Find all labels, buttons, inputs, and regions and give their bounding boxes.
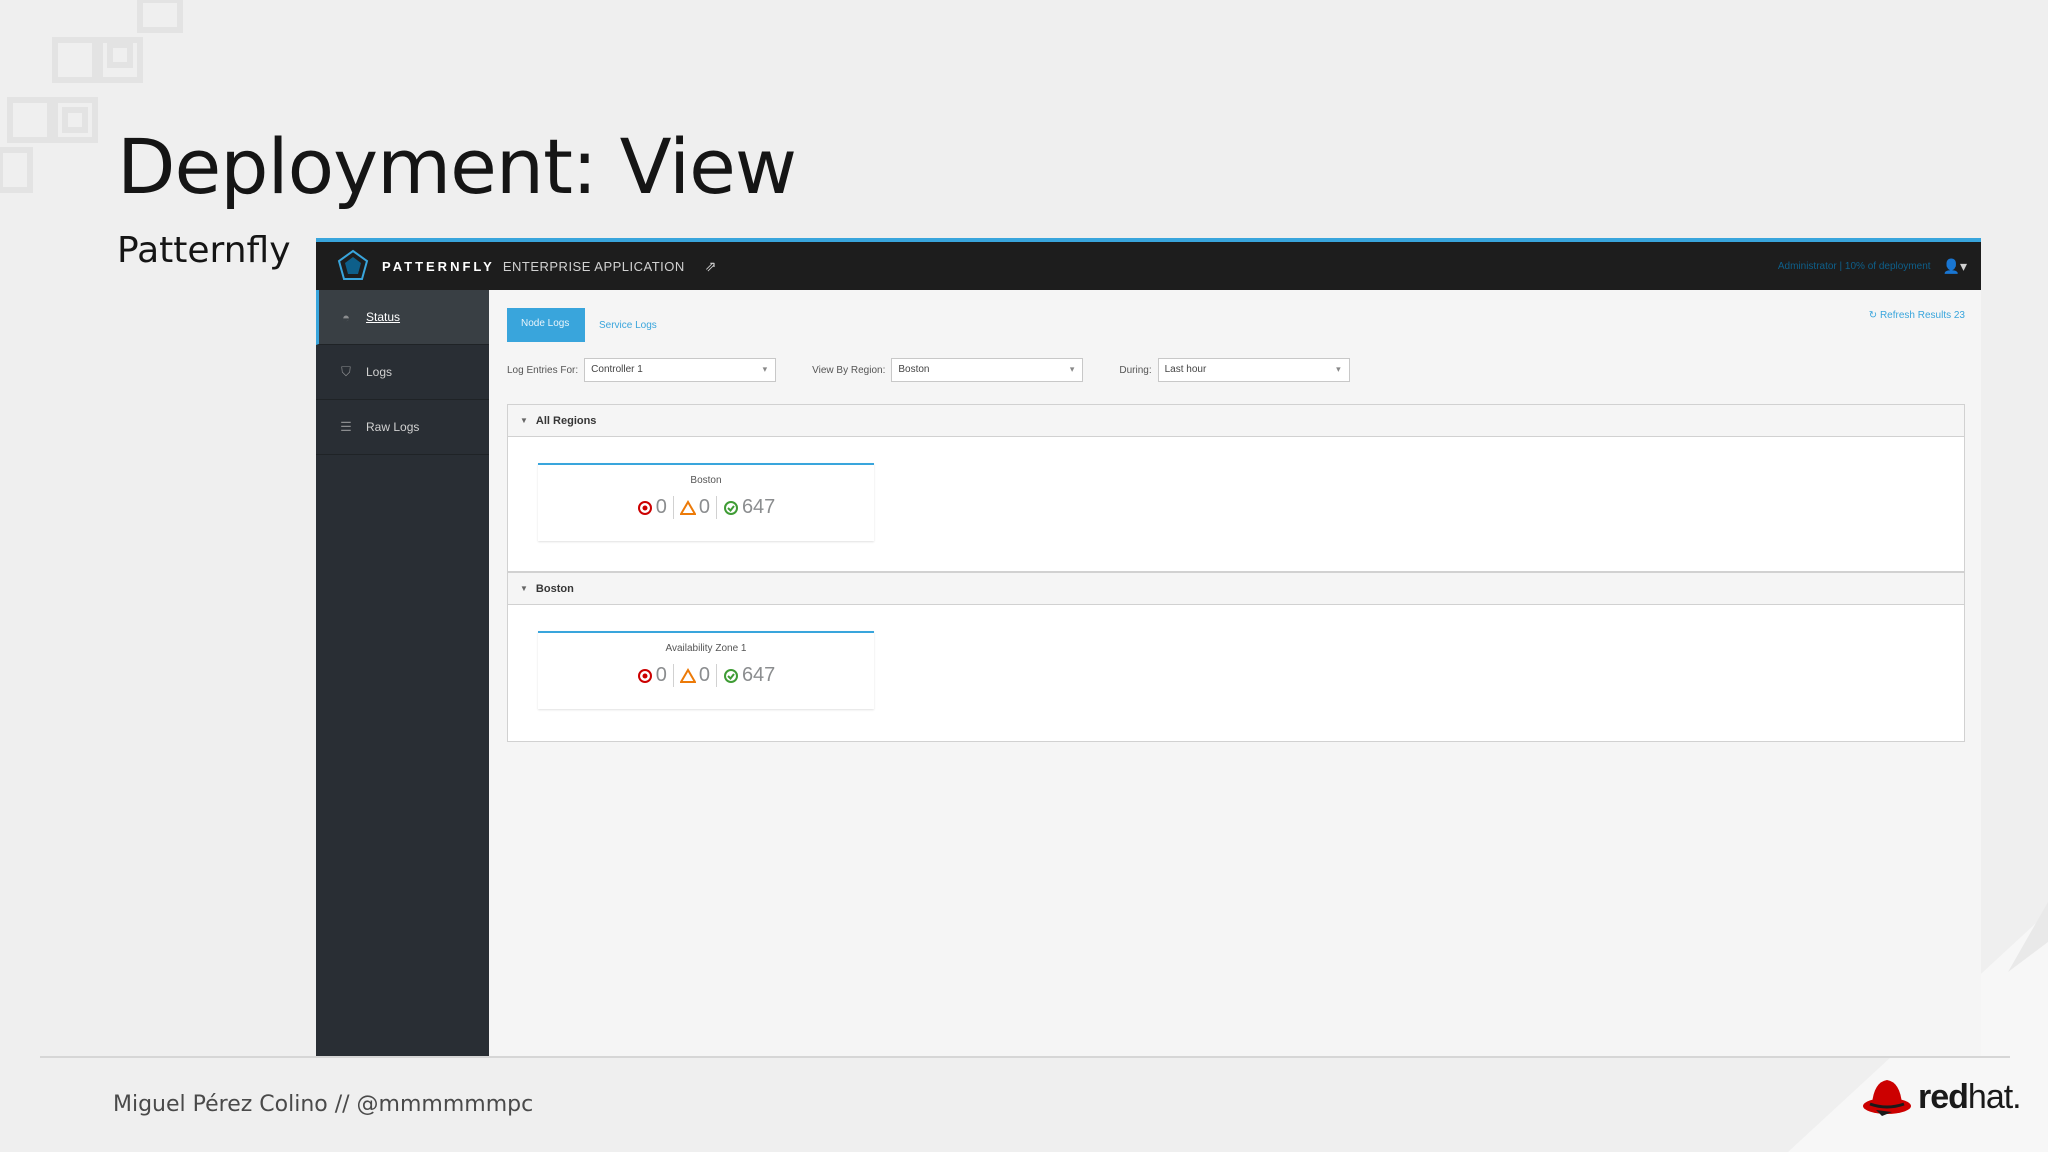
ok-count: 647 xyxy=(715,664,781,687)
tab-service-logs[interactable]: Service Logs xyxy=(599,320,657,331)
sidebar-item-label: Raw Logs xyxy=(366,420,420,434)
sidebar-item-logs[interactable]: ⛉ Logs xyxy=(316,345,489,400)
tab-node-logs[interactable]: Node Logs xyxy=(507,308,585,342)
external-link-icon[interactable]: ⇗ xyxy=(705,258,717,275)
redhat-logo: redhat. xyxy=(1862,1076,2022,1118)
brand-name: PATTERNFLY xyxy=(382,258,495,274)
warning-count-value: 0 xyxy=(698,664,710,686)
ok-check-icon xyxy=(723,500,738,515)
select-value: Boston xyxy=(898,364,930,375)
filter-label: During: xyxy=(1119,364,1152,376)
database-icon: ☰ xyxy=(340,419,352,434)
refresh-results-link[interactable]: ↻ Refresh Results 23 xyxy=(1869,310,1965,321)
app-sidebar: ◓ Status ⛉ Logs ☰ Raw Logs xyxy=(316,290,489,1056)
redhat-wordmark-bold: red xyxy=(1918,1077,1969,1116)
panel-all-regions: ▼ All Regions Boston 0 0 647 xyxy=(507,404,1965,572)
error-count: 0 xyxy=(631,664,673,687)
panel-heading-toggle[interactable]: ▼ Boston xyxy=(508,573,1964,605)
ok-check-icon xyxy=(723,668,738,683)
app-navbar: PATTERNFLY ENTERPRISE APPLICATION ⇗ Admi… xyxy=(316,242,1981,290)
select-value: Controller 1 xyxy=(591,364,643,375)
slide-title: Deployment: View xyxy=(117,122,797,211)
region-select[interactable]: Boston ▾ xyxy=(891,358,1084,382)
card-title: Availability Zone 1 xyxy=(665,643,747,654)
warning-count: 0 xyxy=(672,664,716,687)
sidebar-item-raw-logs[interactable]: ☰ Raw Logs xyxy=(316,400,489,455)
card-stats: 0 0 647 xyxy=(538,664,874,687)
card-stats: 0 0 647 xyxy=(538,496,874,519)
navbar-user-area: Administrator | 10% of deployment 👤▾ xyxy=(1778,242,1967,290)
error-circle-icon xyxy=(637,500,652,515)
panel-heading-label: All Regions xyxy=(535,414,597,427)
chevron-down-icon: ▼ xyxy=(520,416,528,425)
warning-triangle-icon xyxy=(679,667,696,683)
user-icon[interactable]: 👤▾ xyxy=(1943,258,1967,275)
warning-triangle-icon xyxy=(679,499,696,515)
sidebar-item-label: Logs xyxy=(366,365,393,379)
ok-count-value: 647 xyxy=(741,496,776,518)
redhat-wordmark: redhat. xyxy=(1918,1077,2022,1117)
app-screenshot: PATTERNFLY ENTERPRISE APPLICATION ⇗ Admi… xyxy=(316,238,1981,1056)
patternfly-logo-icon xyxy=(337,249,369,280)
error-count-value: 0 xyxy=(655,496,667,518)
log-entries-select[interactable]: Controller 1 ▾ xyxy=(584,358,777,382)
error-count: 0 xyxy=(631,496,673,519)
dashboard-icon: ◓ xyxy=(342,309,350,325)
filter-label: View By Region: xyxy=(812,364,886,376)
log-tabs: Node Logs Service Logs xyxy=(507,308,657,342)
chevron-down-icon: ▾ xyxy=(1336,364,1341,374)
panel-heading-label: Boston xyxy=(535,582,574,595)
brand-subtitle: ENTERPRISE APPLICATION xyxy=(502,258,685,274)
slide-subtitle: Patternfly xyxy=(117,230,291,271)
footer-author: Miguel Pérez Colino // @mmmmmmpc xyxy=(113,1092,534,1117)
warning-count: 0 xyxy=(672,496,716,519)
sidebar-item-status[interactable]: ◓ Status xyxy=(316,290,489,345)
app-content: Node Logs Service Logs ↻ Refresh Results… xyxy=(489,290,1981,1056)
user-info-link[interactable]: Administrator | 10% of deployment xyxy=(1778,261,1931,272)
sidebar-item-label: Status xyxy=(366,310,401,324)
filter-bar: Log Entries For: Controller 1 ▾ View By … xyxy=(507,358,1386,382)
select-value: Last hour xyxy=(1164,364,1207,375)
chevron-down-icon: ▼ xyxy=(520,584,528,593)
chevron-down-icon: ▾ xyxy=(1069,364,1075,374)
status-card[interactable]: Boston 0 0 647 xyxy=(538,463,874,541)
panel-heading-toggle[interactable]: ▼ All Regions xyxy=(508,405,1964,437)
filter-label: Log Entries For: xyxy=(507,364,579,376)
error-circle-icon xyxy=(637,668,652,683)
card-title: Boston xyxy=(690,475,722,486)
redhat-wordmark-light: hat. xyxy=(1967,1077,2022,1116)
chevron-down-icon: ▾ xyxy=(762,364,768,374)
status-card[interactable]: Availability Zone 1 0 0 647 xyxy=(538,631,874,709)
time-range-select[interactable]: Last hour ▾ xyxy=(1157,358,1350,382)
redhat-shadowman-icon xyxy=(1863,1080,1911,1116)
warning-count-value: 0 xyxy=(698,496,710,518)
ok-count: 647 xyxy=(715,496,781,519)
panel-boston: ▼ Boston Availability Zone 1 0 0 647 xyxy=(507,572,1965,742)
shield-icon: ⛉ xyxy=(341,364,351,379)
ok-count-value: 647 xyxy=(741,664,776,686)
refresh-icon: ↻ xyxy=(1868,310,1878,321)
footer-divider xyxy=(40,1056,2010,1058)
refresh-label: Refresh Results 23 xyxy=(1879,310,1965,321)
error-count-value: 0 xyxy=(655,664,667,686)
